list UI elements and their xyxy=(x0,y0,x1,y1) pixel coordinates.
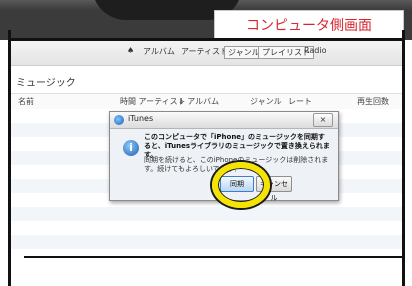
screen-bottom-border xyxy=(24,256,402,258)
column-play-count[interactable]: 再生回数 xyxy=(357,96,389,107)
screenshot-frame: コンピュータ側画面 ♠ アルバム アーティスト ジャンル プレイリスト Radi… xyxy=(0,0,412,286)
dialog-close-button[interactable]: × xyxy=(313,113,333,127)
info-icon: i xyxy=(123,140,139,156)
toolbar-item-songs[interactable]: ♠ xyxy=(127,46,134,55)
page-title: ミュージック xyxy=(16,78,76,89)
toolbar-item-radio[interactable]: Radio xyxy=(304,46,326,55)
close-icon: × xyxy=(319,115,327,124)
column-time-artist[interactable]: 時間 アーティスト xyxy=(120,96,186,107)
highlight-circle xyxy=(212,162,270,208)
screen-label: コンピュータ側画面 xyxy=(246,18,372,34)
dialog-titlebar: iTunes × xyxy=(110,112,338,129)
column-genre[interactable]: ジャンル xyxy=(250,96,282,107)
column-name[interactable]: 名前 xyxy=(18,96,34,107)
column-album[interactable]: ↓ アルバム xyxy=(178,96,219,107)
column-rating[interactable]: レート xyxy=(288,96,312,107)
screen-label-tab: コンピュータ側画面 xyxy=(214,10,404,41)
itunes-app-icon xyxy=(114,115,124,125)
dialog-title: iTunes xyxy=(128,114,154,123)
toolbar-item-artists[interactable]: アーティスト xyxy=(181,46,228,57)
screen-right-border xyxy=(402,30,405,286)
toolbar-item-albums[interactable]: アルバム xyxy=(143,46,175,57)
